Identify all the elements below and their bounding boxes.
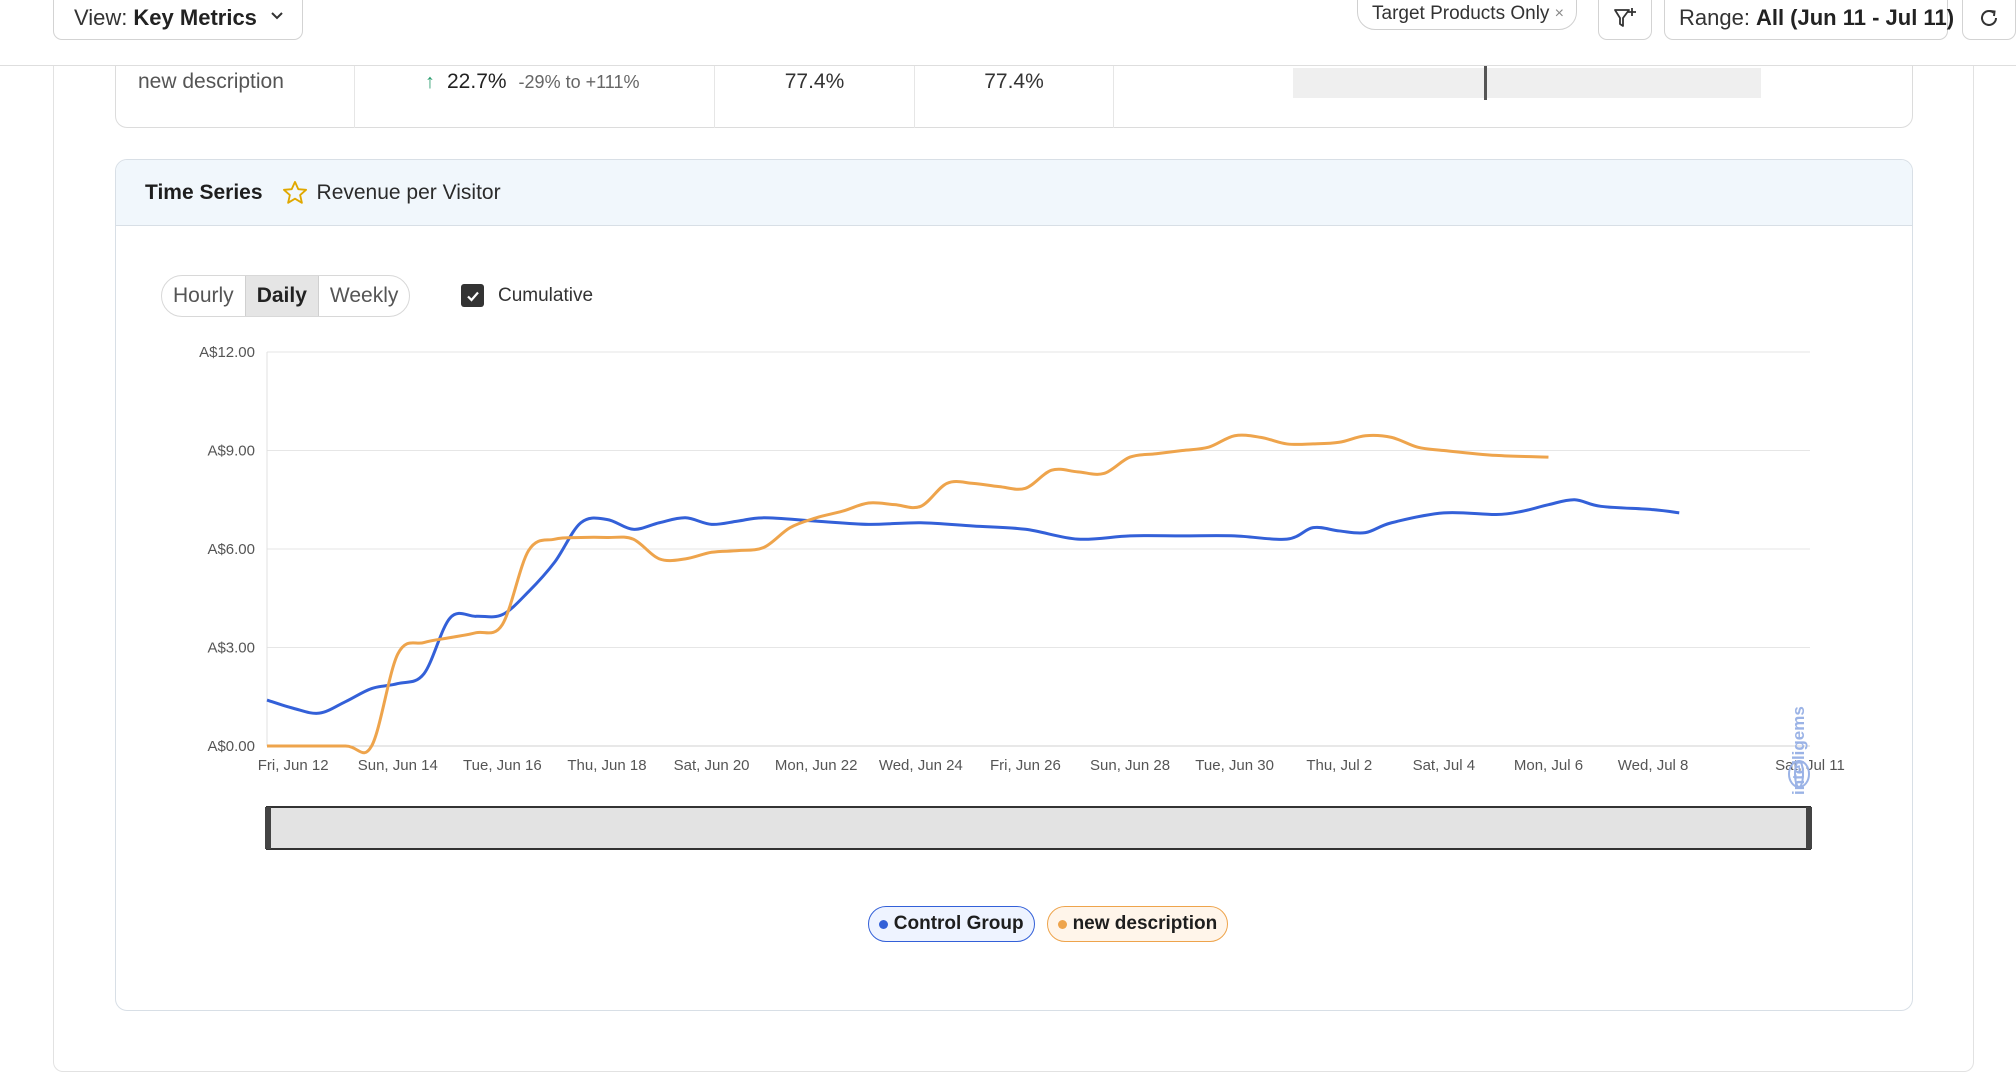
x-tick-label: Fri, Jun 26 [990,757,1061,774]
x-tick-label: Sun, Jun 28 [1090,757,1170,774]
range-navigator[interactable] [266,806,1811,850]
time-series-header: Time Series Revenue per Visitor [116,160,1912,226]
chart-legend: Control Group new description [116,906,1912,942]
date-range-button[interactable]: Range: All (Jun 11 - Jul 11) [1664,0,1954,40]
granularity-toggle: Hourly Daily Weekly [161,275,411,317]
filter-plus-icon [1614,8,1636,27]
star-icon[interactable] [281,179,309,207]
ci-range-track [1293,68,1761,98]
legend-dot-control [878,919,888,929]
y-tick-label: A$0.00 [207,738,255,755]
granularity-hourly[interactable]: Hourly [162,276,245,316]
x-tick-label: Thu, Jun 18 [567,757,646,774]
x-tick-label: Wed, Jun 24 [879,757,963,774]
legend-label-variant: new description [1072,913,1218,934]
granularity-daily[interactable]: Daily [244,276,319,316]
confidence-interval: -29% to +111% [518,72,640,92]
series-line-control-group [266,498,1680,715]
x-tick-label: Sat, Jul 11 [1775,757,1845,774]
add-filter-button[interactable] [1598,0,1652,40]
x-tick-label: Mon, Jun 22 [775,757,858,774]
refresh-icon [1981,9,1997,26]
refresh-button[interactable] [1962,0,2016,40]
ci-range-marker [1484,66,1487,100]
top-toolbar: View: Key Metrics Target Products Only ×… [0,0,2016,66]
x-tick-label: Sun, Jun 14 [358,757,438,774]
cumulative-checkbox[interactable] [461,284,484,307]
view-label: View: [74,5,128,30]
legend-dot-variant [1057,919,1067,929]
range-label: Range: [1679,5,1750,30]
granularity-weekly[interactable]: Weekly [319,276,409,316]
x-tick-label: Sat, Jun 20 [674,757,750,774]
checkmark-icon [466,291,479,302]
legend-control-group[interactable]: Control Group [867,906,1035,942]
arrow-up-icon: ↑ [425,71,435,93]
y-tick-label: A$12.00 [199,344,255,361]
metric-name: Revenue per Visitor [316,180,501,204]
legend-label-control: Control Group [893,913,1024,934]
legend-new-description[interactable]: new description [1046,906,1229,942]
cumulative-toggle[interactable]: Cumulative [461,284,593,307]
time-series-title: Time Series [145,180,263,204]
x-tick-label: Fri, Jun 12 [258,757,329,774]
y-tick-label: A$9.00 [207,443,255,460]
range-handle-left[interactable] [265,807,271,849]
view-value: Key Metrics [133,5,257,30]
x-tick-label: Tue, Jun 30 [1195,757,1274,774]
revenue-line-chart: A$0.00 A$3.00 A$6.00 A$9.00 A$12.00 Fri, Jun … [199,344,1845,850]
range-value: All (Jun 11 - Jul 11) [1755,5,1955,30]
x-tick-label: Tue, Jun 16 [463,757,542,774]
x-tick-label: Wed, Jul 8 [1618,757,1689,774]
time-series-card: Time Series Revenue per Visitor Hourly D… [115,159,1913,1011]
cumulative-label: Cumulative [498,284,594,306]
range-handle-right[interactable] [1806,807,1812,849]
filter-chip-target-products[interactable]: Target Products Only × [1357,0,1577,30]
chevron-down-icon [271,12,283,20]
series-line-new-description [267,433,1549,755]
y-tick-label: A$6.00 [207,541,255,558]
x-tick-label: Sat, Jul 4 [1413,757,1476,774]
chip-label: Target Products Only [1372,3,1550,24]
view-selector-button[interactable]: View: Key Metrics [53,0,303,40]
x-tick-label: Mon, Jul 6 [1514,757,1583,774]
lift-value: 22.7% [447,70,507,93]
x-tick-label: Thu, Jul 2 [1306,757,1372,774]
y-tick-label: A$3.00 [207,640,255,657]
close-icon[interactable]: × [1555,5,1564,23]
